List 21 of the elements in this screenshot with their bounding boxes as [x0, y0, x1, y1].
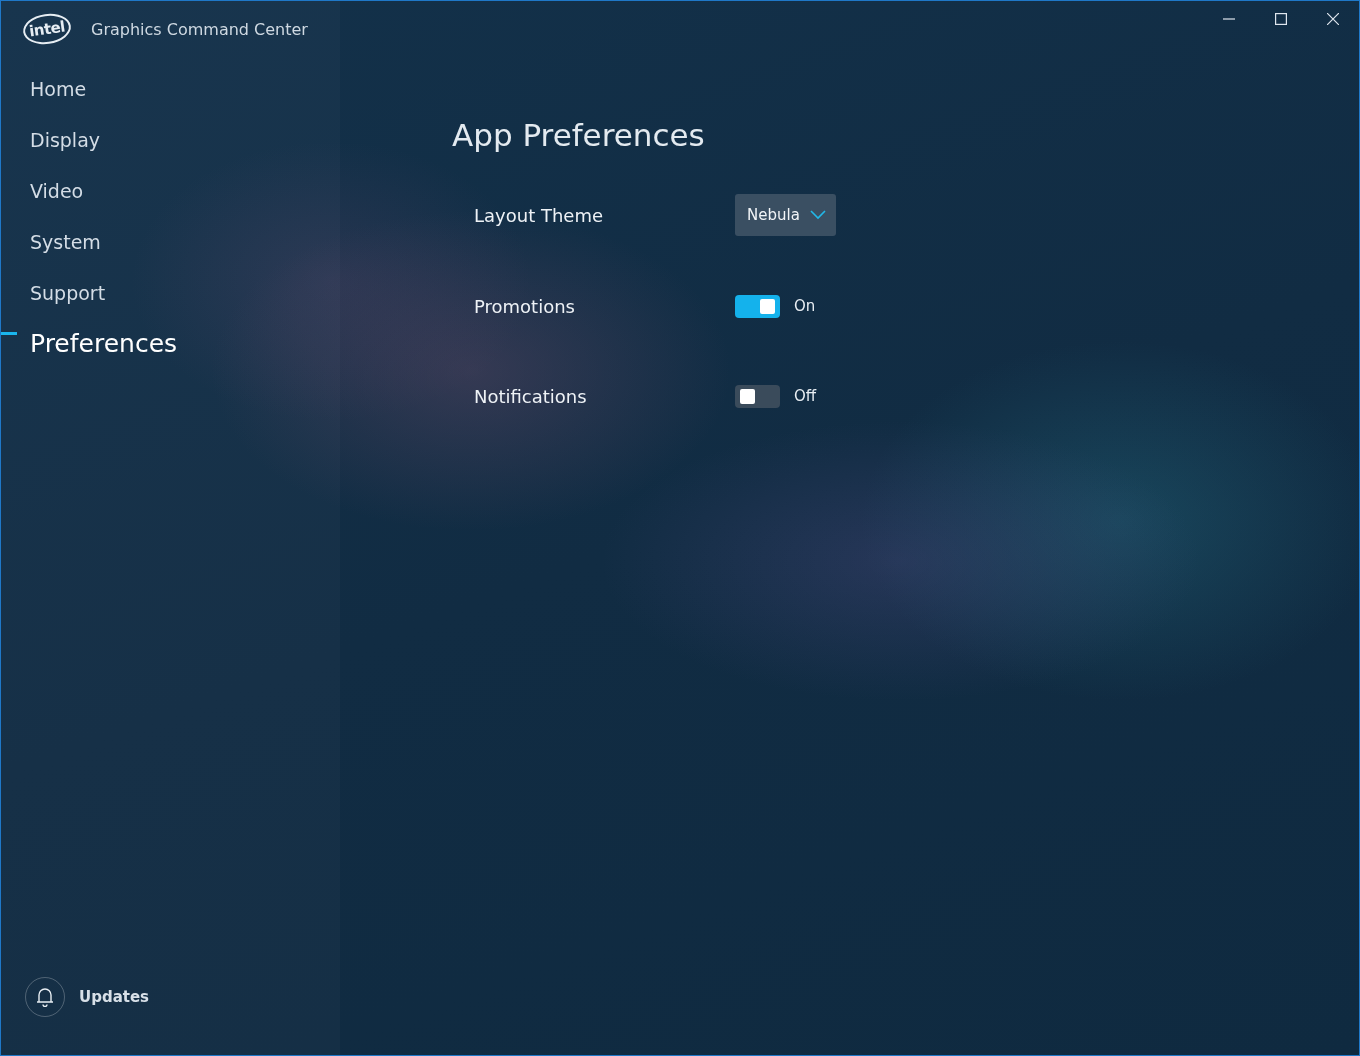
- nav-item[interactable]: System: [1, 216, 107, 267]
- updates-label: Updates: [79, 988, 150, 1006]
- nav-item[interactable]: Preferences: [1, 318, 184, 369]
- toggle-switch[interactable]: [735, 384, 780, 408]
- toggle-switch[interactable]: [735, 294, 780, 318]
- setting-label: Layout Theme: [474, 204, 603, 226]
- setting-label: Promotions: [474, 295, 575, 317]
- nav-item[interactable]: Display: [1, 114, 107, 165]
- window-title: Graphics Command Center: [91, 19, 308, 39]
- setting-label: Notifications: [474, 385, 587, 407]
- nav-item[interactable]: Video: [1, 165, 90, 216]
- chevron-down-icon: [809, 210, 826, 220]
- nav-item[interactable]: Home: [1, 63, 93, 114]
- toggle-state-label: On: [794, 297, 816, 315]
- nav-item[interactable]: Support: [1, 267, 112, 318]
- close-icon: [1327, 13, 1339, 25]
- toggle-state-label: Off: [794, 387, 817, 405]
- bell-icon: [36, 987, 54, 1007]
- theme-dropdown[interactable]: Nebula: [735, 194, 836, 236]
- maximize-icon: [1275, 13, 1287, 25]
- page-title: App Preferences: [452, 117, 705, 153]
